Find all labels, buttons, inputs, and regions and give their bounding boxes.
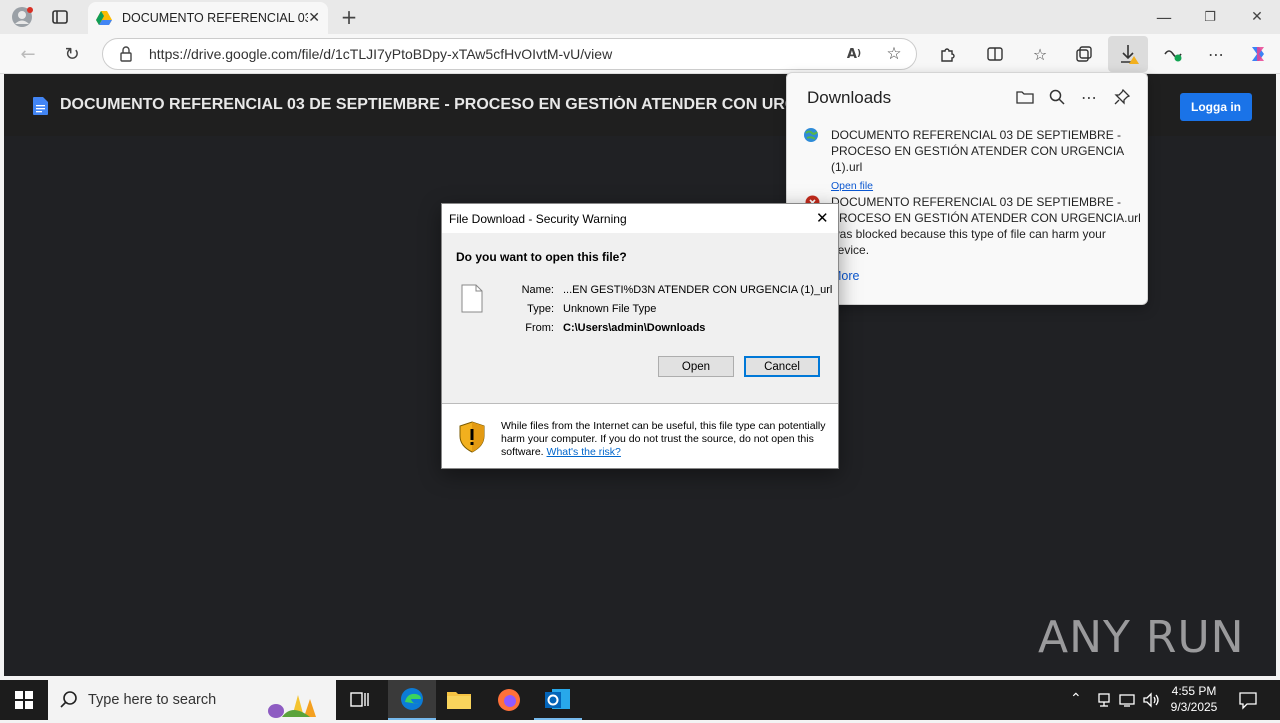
file-icon xyxy=(461,284,483,317)
url-text: https://drive.google.com/file/d/1cTLJI7y… xyxy=(149,46,613,62)
tab-active[interactable]: DOCUMENTO REFERENCIAL 03 D ✕ xyxy=(88,2,328,34)
profile-icon[interactable] xyxy=(8,3,36,31)
dialog-question: Do you want to open this file? xyxy=(456,250,627,264)
dialog-title: File Download - Security Warning xyxy=(449,211,627,226)
display-icon[interactable] xyxy=(1119,692,1135,712)
downloads-panel: Downloads ⋯ DOCUMENTO REFERENCIAL 03 DE … xyxy=(786,72,1148,305)
task-view-icon[interactable] xyxy=(348,688,372,716)
tab-close-icon[interactable]: ✕ xyxy=(308,10,320,26)
taskbar-edge[interactable] xyxy=(388,680,436,720)
restore-icon[interactable]: ❐ xyxy=(1196,3,1224,31)
warning-section: While files from the Internet can be use… xyxy=(442,403,838,468)
windows-icon xyxy=(15,691,33,709)
blocked-message: device. xyxy=(831,243,870,257)
download-name-line1: DOCUMENTO REFERENCIAL 03 DE SEPTIEMBRE - xyxy=(831,128,1122,142)
pin-icon[interactable] xyxy=(1108,83,1136,111)
tab-title: DOCUMENTO REFERENCIAL 03 D xyxy=(122,11,309,25)
edge-icon xyxy=(401,688,423,710)
copilot-icon[interactable] xyxy=(1244,40,1272,68)
start-button[interactable] xyxy=(0,680,48,720)
search-downloads-icon[interactable] xyxy=(1043,83,1071,111)
refresh-icon[interactable]: ↻ xyxy=(58,40,86,68)
back-icon[interactable]: ← xyxy=(14,40,42,68)
split-screen-icon[interactable] xyxy=(981,40,1009,68)
read-aloud-icon[interactable]: A) xyxy=(840,40,868,68)
search-placeholder: Type here to search xyxy=(88,692,217,708)
more-link[interactable]: More xyxy=(831,268,1141,284)
dialog-close-icon[interactable]: ✕ xyxy=(816,209,829,227)
dialog-titlebar: File Download - Security Warning xyxy=(442,204,838,233)
network-icon[interactable] xyxy=(1096,692,1112,712)
cancel-button[interactable]: Cancel xyxy=(744,356,820,377)
open-button[interactable]: Open xyxy=(658,356,734,377)
download-name-line2: PROCESO EN GESTIÓN ATENDER CON URGENCIA … xyxy=(831,144,1124,174)
outlook-icon xyxy=(545,689,570,709)
download-item[interactable]: DOCUMENTO REFERENCIAL 03 DE SEPTIEMBRE -… xyxy=(831,194,1141,284)
shield-warning-icon xyxy=(458,421,486,457)
firefox-icon[interactable] xyxy=(496,687,522,717)
minimize-icon[interactable]: — xyxy=(1150,3,1178,31)
from-value: C:\Users\admin\Downloads xyxy=(563,322,706,334)
blocked-message: was blocked because this type of file ca… xyxy=(831,227,1106,241)
notifications-icon[interactable] xyxy=(1238,690,1258,714)
clock-date: 9/3/2025 xyxy=(1170,700,1218,714)
collections-icon[interactable] xyxy=(1070,40,1098,68)
open-file-link[interactable]: Open file xyxy=(831,178,1147,194)
download-item[interactable]: DOCUMENTO REFERENCIAL 03 DE SEPTIEMBRE -… xyxy=(831,127,1147,194)
address-bar[interactable]: https://drive.google.com/file/d/1cTLJI7y… xyxy=(102,38,917,70)
google-drive-icon xyxy=(96,11,112,25)
watermark-text: ANY RUN xyxy=(1038,612,1245,663)
search-icon xyxy=(60,691,78,713)
window-close-icon[interactable]: ✕ xyxy=(1243,3,1271,31)
browser-essentials-icon[interactable] xyxy=(1159,40,1187,68)
name-value: ...EN GESTI%D3N ATENDER CON URGENCIA (1)… xyxy=(563,284,833,296)
security-warning-dialog: File Download - Security Warning ✕ Do yo… xyxy=(441,203,839,469)
whats-the-risk-link[interactable]: What's the risk? xyxy=(547,446,621,458)
download-icon xyxy=(1121,45,1139,64)
new-tab-icon[interactable]: + xyxy=(335,3,363,31)
login-button[interactable]: Logga in xyxy=(1180,93,1252,121)
more-menu-icon[interactable]: ⋯ xyxy=(1202,40,1230,68)
favorite-star-icon[interactable]: ☆ xyxy=(880,40,908,68)
from-label: From: xyxy=(525,322,554,334)
downloads-more-icon[interactable]: ⋯ xyxy=(1075,83,1103,111)
type-label: Type: xyxy=(527,303,554,315)
tray-overflow-icon[interactable]: ⌃ xyxy=(1070,690,1082,707)
download-name-line1: DOCUMENTO REFERENCIAL 03 DE SEPTIEMBRE - xyxy=(831,195,1122,209)
clock[interactable]: 4:55 PM 9/3/2025 xyxy=(1166,684,1222,714)
type-value: Unknown File Type xyxy=(563,303,657,315)
file-explorer-icon[interactable] xyxy=(446,688,472,714)
favorites-icon[interactable]: ☆ xyxy=(1026,40,1054,68)
clock-time: 4:55 PM xyxy=(1171,684,1217,698)
anyrun-watermark: ANY RUN xyxy=(1038,612,1245,663)
open-folder-icon[interactable] xyxy=(1011,83,1039,111)
warning-text: While files from the Internet can be use… xyxy=(501,420,831,459)
site-info-icon[interactable] xyxy=(112,40,140,68)
download-name-line2: PROCESO EN GESTIÓN ATENDER CON URGENCIA.… xyxy=(831,211,1141,225)
search-highlight-icon xyxy=(262,683,332,723)
taskbar-outlook[interactable] xyxy=(534,680,582,720)
extensions-icon[interactable] xyxy=(933,40,961,68)
tab-actions-icon[interactable] xyxy=(46,3,74,31)
url-file-icon xyxy=(803,127,819,147)
name-label: Name: xyxy=(521,284,554,296)
volume-icon[interactable] xyxy=(1142,692,1160,712)
document-title: DOCUMENTO REFERENCIAL 03 DE SEPTIEMBRE -… xyxy=(60,96,800,113)
google-docs-icon xyxy=(33,97,48,119)
downloads-button[interactable] xyxy=(1108,36,1148,72)
downloads-header: Downloads xyxy=(807,88,892,107)
